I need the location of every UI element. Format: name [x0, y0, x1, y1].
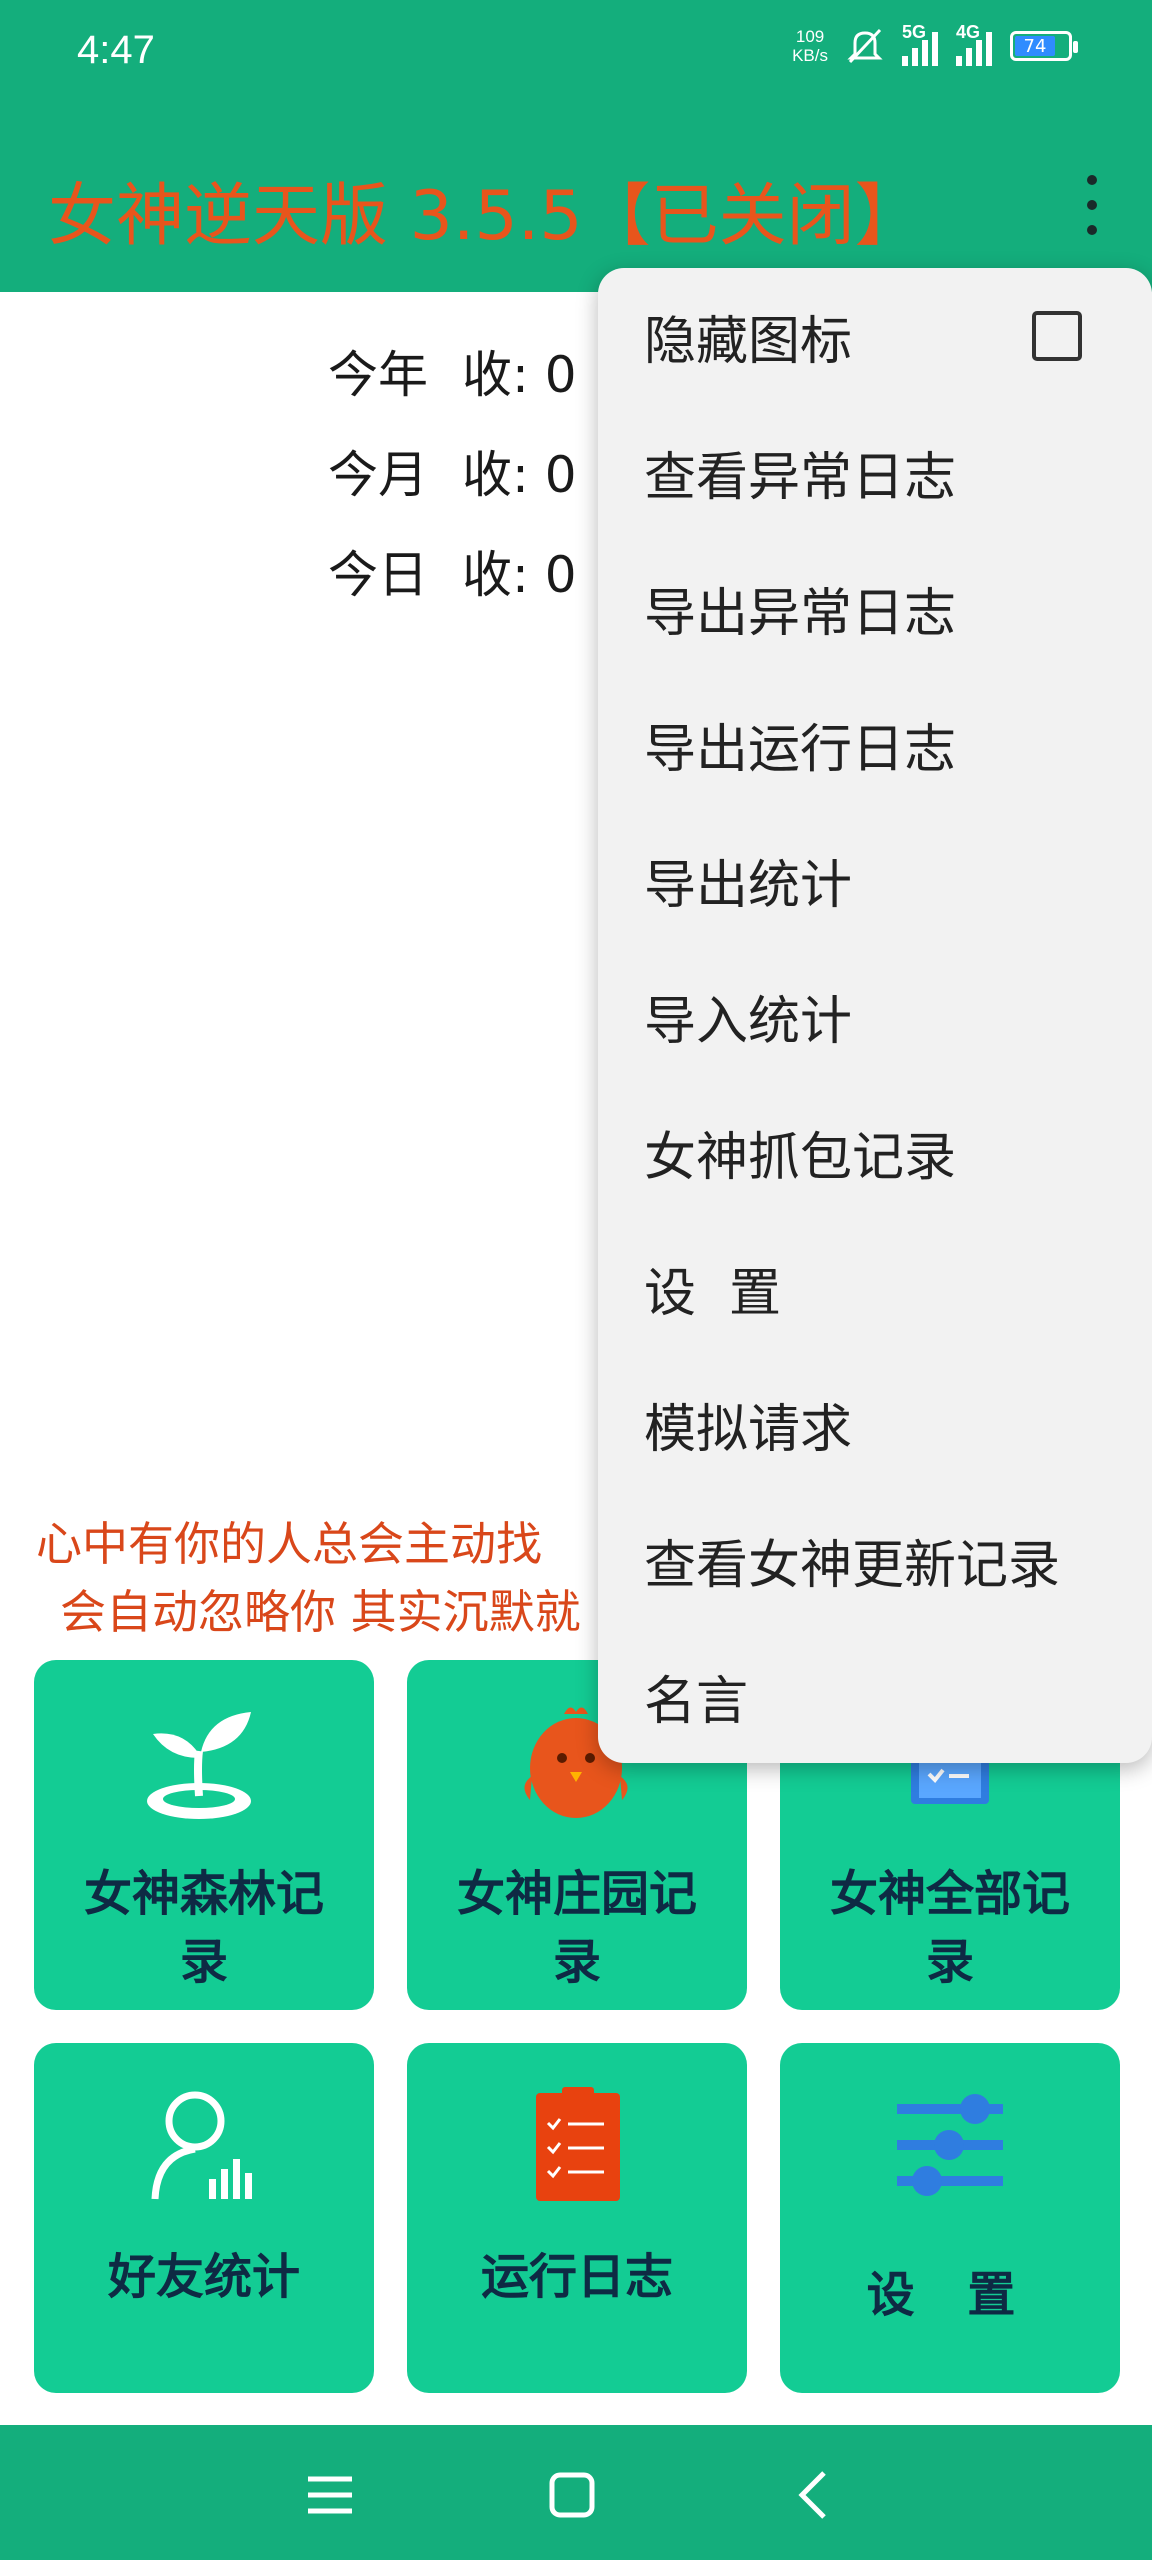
menu-item-label: 查看异常日志 [644, 447, 957, 508]
menu-item-label: 女神抓包记录 [644, 1127, 957, 1188]
stat-label: 今年 [328, 346, 428, 404]
menu-item-view-error-log[interactable]: 查看异常日志 [598, 404, 1152, 540]
stat-value: 收: 0 [462, 346, 577, 404]
stat-month: 今月 收: 0 [328, 435, 577, 535]
user-stats-icon [151, 2091, 252, 2200]
signal-4g-icon: 4G [956, 22, 992, 66]
menu-item-label: 导出统计 [644, 855, 853, 916]
tile-label: 女神全部记录 [829, 1866, 1070, 1990]
battery-level: 74 [1015, 36, 1055, 57]
mute-icon [847, 28, 883, 64]
tile-run-log[interactable]: 运行日志 [407, 2043, 747, 2393]
tile-forest-records[interactable]: 女神森林记录 [34, 1660, 374, 2010]
dot-icon [1087, 175, 1097, 185]
menu-item-export-run-log[interactable]: 导出运行日志 [598, 676, 1152, 812]
menu-item-label: 导出异常日志 [644, 583, 957, 644]
app-bar: 女神逆天版 3.5.5【已关闭】 [0, 105, 1152, 292]
tile-label: 好友统计 [107, 2249, 300, 2305]
menu-item-label: 隐藏图标 [644, 311, 853, 372]
menu-item-label: 导出运行日志 [644, 719, 957, 780]
sprout-icon [147, 1712, 251, 1819]
system-nav-bar [0, 2425, 1152, 2560]
menu-item-export-error-log[interactable]: 导出异常日志 [598, 540, 1152, 676]
menu-item-simulate-request[interactable]: 模拟请求 [598, 1356, 1152, 1492]
signal-4g-label: 4G [956, 22, 981, 42]
menu-item-settings[interactable]: 设 置 [598, 1220, 1152, 1356]
menu-icon[interactable] [300, 2465, 360, 2525]
status-bar: 4:47 109 KB/s 5G 4G 74 [0, 0, 1152, 105]
menu-item-label: 模拟请求 [644, 1399, 853, 1460]
hide-icon-checkbox[interactable] [1032, 311, 1082, 361]
back-chevron-icon[interactable] [786, 2465, 846, 2525]
tile-settings[interactable]: 设 置 [780, 2043, 1120, 2393]
menu-item-capture-records[interactable]: 女神抓包记录 [598, 1084, 1152, 1220]
stat-day: 今日 收: 0 [328, 535, 577, 635]
network-speed-value: 109 [795, 27, 825, 46]
menu-item-label: 查看女神更新记录 [644, 1535, 1061, 1596]
stats-panel: 今年 收: 0 今月 收: 0 今日 收: 0 [328, 335, 577, 635]
menu-item-label: 设 置 [644, 1263, 782, 1324]
menu-item-view-update-log[interactable]: 查看女神更新记录 [598, 1492, 1152, 1628]
overflow-menu-button[interactable] [1072, 175, 1112, 235]
dot-icon [1087, 200, 1097, 210]
menu-item-quotes[interactable]: 名言 [598, 1628, 1152, 1764]
tile-friend-stats[interactable]: 好友统计 [34, 2043, 374, 2393]
stat-value: 收: 0 [462, 446, 577, 504]
stat-label: 今月 [328, 446, 428, 504]
sliders-icon [897, 2094, 1003, 2196]
status-icons: 109 KB/s 5G 4G 74 [792, 22, 1078, 66]
stat-label: 今日 [328, 546, 428, 604]
stat-year: 今年 收: 0 [328, 335, 577, 435]
menu-item-hide-icon[interactable]: 隐藏图标 [598, 268, 1152, 404]
tile-label: 运行日志 [480, 2249, 673, 2305]
tile-label: 女神庄园记录 [456, 1866, 697, 1990]
status-time: 4:47 [77, 28, 155, 72]
app-title: 女神逆天版 3.5.5【已关闭】 [48, 177, 923, 256]
tile-label: 女神森林记录 [83, 1866, 324, 1990]
stat-value: 收: 0 [462, 546, 577, 604]
home-square-icon[interactable] [542, 2465, 602, 2525]
tile-label: 设 置 [866, 2267, 1034, 2323]
network-speed: 109 KB/s [792, 27, 828, 65]
dot-icon [1087, 225, 1097, 235]
overflow-popup-menu: 隐藏图标 查看异常日志 导出异常日志 导出运行日志 导出统计 导入统计 女神抓包… [598, 268, 1152, 1763]
network-speed-unit: KB/s [792, 46, 828, 65]
menu-item-label: 导入统计 [644, 991, 853, 1052]
menu-item-import-stats[interactable]: 导入统计 [598, 948, 1152, 1084]
signal-5g-icon: 5G [902, 22, 938, 66]
battery-icon: 74 [1010, 31, 1078, 61]
signal-5g-label: 5G [902, 22, 927, 42]
menu-item-export-stats[interactable]: 导出统计 [598, 812, 1152, 948]
menu-item-label: 名言 [644, 1671, 749, 1732]
checklist-icon [536, 2087, 620, 2201]
